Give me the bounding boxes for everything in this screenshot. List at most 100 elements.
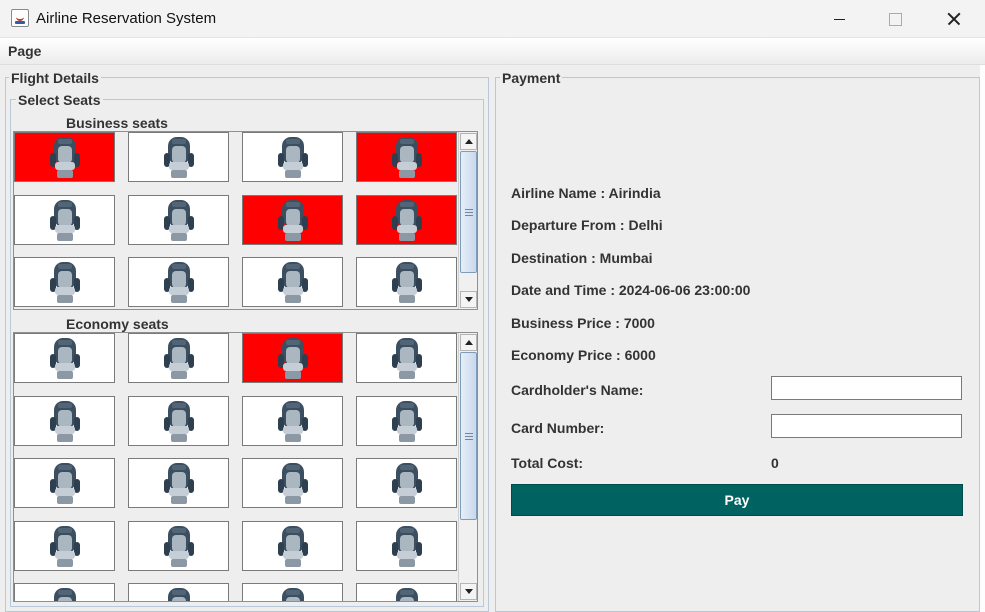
payment-title: Payment	[500, 70, 563, 86]
airline-name: Airline Name : Airindia	[511, 185, 661, 201]
card-number-input[interactable]	[771, 414, 962, 438]
economy-seat-18[interactable]	[128, 583, 229, 601]
seat-icon	[391, 137, 422, 178]
economy-seat-3[interactable]	[242, 333, 343, 383]
seat-icon	[277, 400, 308, 442]
seat-icon	[391, 525, 422, 567]
menu-page[interactable]: Page	[8, 43, 41, 59]
economy-scroll-thumb[interactable]	[460, 352, 477, 520]
window-edge	[980, 65, 985, 612]
seat-icon	[163, 262, 194, 303]
seat-icon	[395, 588, 418, 601]
scroll-down-icon[interactable]	[460, 291, 477, 308]
economy-seat-2[interactable]	[128, 333, 229, 383]
economy-seat-10[interactable]	[128, 458, 229, 508]
seat-icon	[163, 338, 194, 379]
business-seat-9[interactable]	[14, 257, 115, 307]
destination: Destination : Mumbai	[511, 250, 653, 266]
seat-icon	[277, 338, 308, 379]
economy-seat-16[interactable]	[356, 520, 457, 571]
business-seat-4[interactable]	[356, 132, 457, 182]
economy-seat-12[interactable]	[356, 458, 457, 508]
seat-icon	[49, 137, 80, 178]
seat-icon	[277, 525, 308, 567]
departure-from: Departure From : Delhi	[511, 217, 663, 233]
seat-icon	[391, 400, 422, 442]
scroll-down-icon[interactable]	[460, 583, 477, 600]
minimize-button[interactable]	[810, 0, 868, 38]
seat-icon	[391, 463, 422, 504]
economy-seat-13[interactable]	[14, 520, 115, 571]
business-seats-pane	[13, 131, 478, 310]
business-seat-8[interactable]	[356, 194, 457, 245]
business-seat-1[interactable]	[14, 132, 115, 182]
seat-icon	[391, 262, 422, 303]
economy-seat-1[interactable]	[14, 333, 115, 383]
flight-details-title: Flight Details	[9, 70, 101, 86]
business-price: Business Price : 7000	[511, 315, 655, 331]
seat-icon	[163, 199, 194, 241]
maximize-button[interactable]	[866, 0, 924, 38]
economy-seat-17[interactable]	[14, 583, 115, 601]
seat-icon	[391, 338, 422, 379]
seat-icon	[49, 525, 80, 567]
economy-seat-6[interactable]	[128, 395, 229, 446]
date-and-time: Date and Time : 2024-06-06 23:00:00	[511, 282, 751, 298]
title-bar: Airline Reservation System	[0, 0, 985, 38]
cardholder-name-label: Cardholder's Name:	[511, 382, 644, 398]
java-icon	[11, 9, 29, 27]
close-button[interactable]	[925, 0, 983, 38]
business-seat-6[interactable]	[128, 194, 229, 245]
seat-icon	[277, 463, 308, 504]
business-seat-grid	[14, 132, 460, 309]
payment-group	[495, 77, 980, 612]
economy-seat-5[interactable]	[14, 395, 115, 446]
business-seat-5[interactable]	[14, 194, 115, 245]
business-seat-12[interactable]	[356, 257, 457, 307]
window-title: Airline Reservation System	[36, 10, 217, 27]
seat-icon	[53, 588, 76, 601]
seat-icon	[49, 338, 80, 379]
scroll-up-icon[interactable]	[460, 133, 477, 150]
business-seat-2[interactable]	[128, 132, 229, 182]
pay-button[interactable]: Pay	[511, 484, 963, 516]
economy-seats-label: Economy seats	[66, 316, 169, 332]
economy-seat-8[interactable]	[356, 395, 457, 446]
select-seats-title: Select Seats	[16, 92, 103, 108]
card-number-label: Card Number:	[511, 420, 605, 436]
economy-seat-7[interactable]	[242, 395, 343, 446]
seat-icon	[49, 400, 80, 442]
business-seat-10[interactable]	[128, 257, 229, 307]
seat-icon	[281, 588, 304, 601]
seat-icon	[167, 588, 190, 601]
cardholder-name-input[interactable]	[771, 376, 962, 400]
economy-seat-11[interactable]	[242, 458, 343, 508]
economy-seat-14[interactable]	[128, 520, 229, 571]
total-cost-label: Total Cost:	[511, 455, 584, 471]
business-seat-11[interactable]	[242, 257, 343, 307]
economy-scrollbar[interactable]	[458, 333, 477, 601]
economy-seat-15[interactable]	[242, 520, 343, 571]
economy-seat-grid	[14, 333, 460, 601]
business-scrollbar[interactable]	[458, 132, 477, 309]
economy-seat-4[interactable]	[356, 333, 457, 383]
seat-icon	[391, 199, 422, 241]
seat-icon	[163, 463, 194, 504]
economy-seat-20[interactable]	[356, 583, 457, 601]
economy-price: Economy Price : 6000	[511, 347, 656, 363]
seat-icon	[163, 525, 194, 567]
business-scroll-thumb[interactable]	[460, 151, 477, 273]
seat-icon	[277, 262, 308, 303]
economy-seat-9[interactable]	[14, 458, 115, 508]
menu-bar: Page	[0, 38, 985, 65]
seat-icon	[277, 137, 308, 178]
seat-icon	[49, 262, 80, 303]
seat-icon	[49, 199, 80, 241]
scroll-up-icon[interactable]	[460, 334, 477, 351]
economy-seat-19[interactable]	[242, 583, 343, 601]
business-seat-3[interactable]	[242, 132, 343, 182]
business-seat-7[interactable]	[242, 194, 343, 245]
seat-icon	[163, 137, 194, 178]
total-cost-value: 0	[771, 455, 779, 471]
seat-icon	[277, 199, 308, 241]
